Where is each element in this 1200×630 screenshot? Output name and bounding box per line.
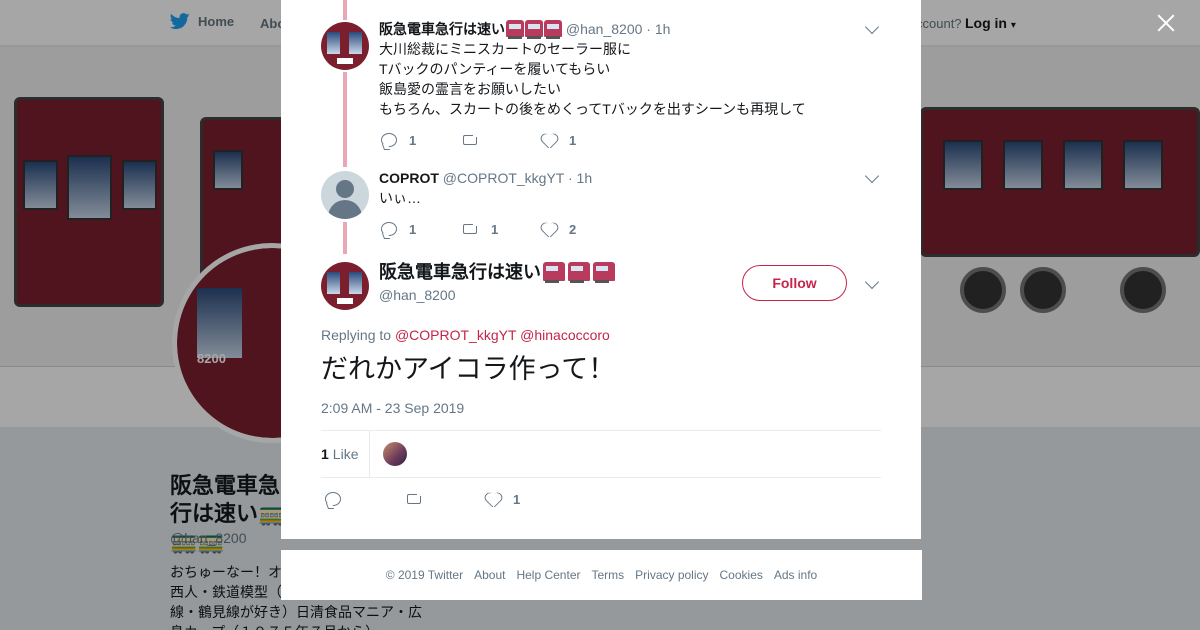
like-count: 1 <box>569 132 577 148</box>
like-button[interactable]: 2 <box>541 222 621 237</box>
likes-stat-count: 1 <box>321 446 329 462</box>
train-emoji-icon <box>543 262 565 283</box>
retweet-icon <box>405 491 423 507</box>
tweet-author-name[interactable]: COPROT <box>379 170 439 186</box>
footer-link-about[interactable]: About <box>474 568 505 582</box>
tweet-author-name[interactable]: 阪急電車急行は速い <box>379 21 505 37</box>
liker-avatar[interactable] <box>383 442 407 466</box>
reply-button[interactable] <box>325 492 405 506</box>
chevron-down-icon[interactable] <box>864 168 880 184</box>
tweet-time[interactable]: · 1h <box>646 21 670 37</box>
chevron-down-icon[interactable] <box>864 19 880 35</box>
replying-to: Replying to @COPROT_kkgYT @hinacoccoro <box>321 327 610 343</box>
tweet-author-handle[interactable]: @COPROT_kkgYT <box>443 170 564 186</box>
retweet-icon <box>461 132 479 148</box>
main-tweet-text: だれかアイコラ作って！ <box>321 354 616 385</box>
footer-link-ads[interactable]: Ads info <box>774 568 817 582</box>
thread-line <box>343 72 347 167</box>
footer-copyright: © 2019 Twitter <box>385 568 464 582</box>
avatar[interactable] <box>321 262 369 310</box>
reply-count: 1 <box>409 132 417 148</box>
tweet-actions: 1 1 <box>381 130 621 150</box>
main-tweet-author[interactable]: 阪急電車急行は速い <box>379 261 615 283</box>
heart-icon <box>485 492 501 507</box>
footer-link-help[interactable]: Help Center <box>516 568 580 582</box>
thread-line <box>343 0 347 20</box>
close-icon[interactable] <box>1152 10 1180 38</box>
tweet-text: いぃ… <box>379 188 421 208</box>
divider <box>369 431 370 477</box>
follow-button[interactable]: Follow <box>742 265 847 301</box>
reply-button[interactable]: 1 <box>381 133 461 148</box>
tweet-actions: 1 <box>325 489 565 509</box>
reply-icon <box>325 492 341 506</box>
retweet-icon <box>461 221 479 237</box>
main-tweet-author-name[interactable]: 阪急電車急行は速い <box>379 262 541 282</box>
like-count: 2 <box>569 221 577 237</box>
reply-count: 1 <box>409 221 417 237</box>
footer-link-cookies[interactable]: Cookies <box>720 568 763 582</box>
reply-button[interactable]: 1 <box>381 222 461 237</box>
replying-prefix: Replying to <box>321 327 392 343</box>
train-emoji-icon <box>593 262 615 283</box>
tweet-text-line: 飯島愛の霊言をお願いしたい <box>379 81 561 97</box>
tweet-stats: 1 Like <box>321 430 881 478</box>
tweet-text-line: いぃ… <box>379 190 421 206</box>
tweet-text-line: Tバックのパンティーを履いてもらい <box>379 61 611 77</box>
heart-icon <box>541 133 557 148</box>
reply-icon <box>381 133 397 147</box>
avatar[interactable] <box>321 22 369 70</box>
tweet-permalink-modal: 阪急電車急行は速い @han_8200 · 1h 大川総裁にミニスカートのセーラ… <box>281 0 921 539</box>
train-emoji-icon <box>544 20 562 39</box>
like-button[interactable]: 1 <box>485 492 565 507</box>
footer-link-privacy[interactable]: Privacy policy <box>635 568 708 582</box>
retweet-button[interactable] <box>405 491 485 507</box>
train-emoji-icon <box>568 262 590 283</box>
train-emoji-icon <box>525 20 543 39</box>
tweet-text-line: もちろん、スカートの後をめくってTバックを出すシーンも再現して <box>379 101 806 117</box>
retweet-button[interactable] <box>461 132 541 148</box>
retweet-button[interactable]: 1 <box>461 221 541 237</box>
main-tweet-handle[interactable]: @han_8200 <box>379 287 456 303</box>
replying-to-link[interactable]: @hinacoccoro <box>520 327 610 343</box>
tweet-time[interactable]: · 1h <box>568 170 592 186</box>
train-emoji-icon <box>506 20 524 39</box>
tweet-text: 大川総裁にミニスカートのセーラー服に Tバックのパンティーを履いてもらい 飯島愛… <box>379 39 806 119</box>
tweet-header: 阪急電車急行は速い @han_8200 · 1h <box>379 20 670 39</box>
avatar[interactable] <box>321 171 369 219</box>
tweet-author-handle[interactable]: @han_8200 <box>566 21 643 37</box>
thread-line <box>343 222 347 254</box>
like-count: 1 <box>513 491 521 507</box>
main-tweet-datetime[interactable]: 2:09 AM - 23 Sep 2019 <box>321 400 464 416</box>
replying-to-link[interactable]: @COPROT_kkgYT <box>395 327 516 343</box>
tweet-header: COPROT @COPROT_kkgYT · 1h <box>379 169 592 187</box>
likes-stat-label: Like <box>332 446 359 462</box>
chevron-down-icon[interactable] <box>864 274 880 290</box>
reply-icon <box>381 222 397 236</box>
like-button[interactable]: 1 <box>541 133 621 148</box>
tweet-text-line: 大川総裁にミニスカートのセーラー服に <box>379 41 631 57</box>
heart-icon <box>541 222 557 237</box>
retweet-count: 1 <box>491 221 499 237</box>
modal-footer: © 2019 Twitter About Help Center Terms P… <box>281 550 922 600</box>
tweet-actions: 1 1 2 <box>381 219 621 239</box>
likes-stat[interactable]: 1 Like <box>321 446 358 462</box>
footer-link-terms[interactable]: Terms <box>591 568 624 582</box>
